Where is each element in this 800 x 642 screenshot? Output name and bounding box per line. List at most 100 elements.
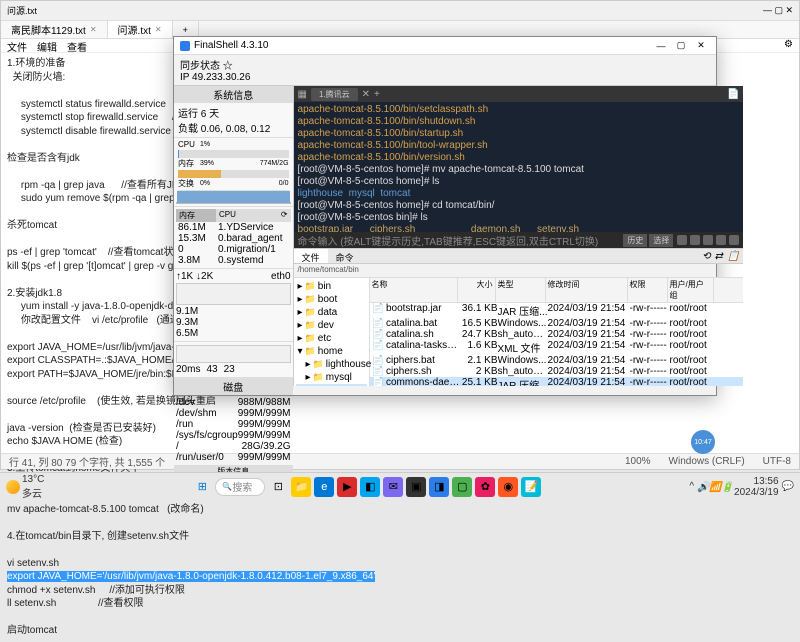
- doc-icon[interactable]: 📄: [727, 89, 739, 100]
- add-tab-button[interactable]: +: [374, 89, 380, 100]
- status-zoom: 100%: [625, 456, 651, 467]
- app-icon[interactable]: ▶: [337, 477, 357, 497]
- weather-widget[interactable]: 13°C多云: [6, 474, 44, 500]
- sync-status-label: 同步状态: [180, 61, 220, 72]
- file-path[interactable]: /home/tomcat/bin: [294, 264, 744, 278]
- terminal-tab[interactable]: 1.腾讯云: [311, 88, 358, 101]
- tree-item[interactable]: ▸📁etc: [296, 332, 367, 345]
- file-row[interactable]: 📄commons-daemon....25.1 KBJAR 压缩...2024/…: [370, 377, 744, 386]
- close-icon[interactable]: ✕: [155, 25, 162, 34]
- disk-row: /run/user/0999M/999M: [176, 452, 291, 463]
- terminal-input-bar: 命令输入 (按ALT键提示历史,TAB键推荐,ESC键返回,双击CTRL切换) …: [294, 232, 744, 248]
- uptime: 运行 6 天: [178, 105, 289, 120]
- file-row[interactable]: 📄bootstrap.jar36.1 KBJAR 压缩...2024/03/19…: [370, 303, 744, 318]
- finalshell-titlebar[interactable]: FinalShell 4.3.10 — ▢ ✕: [174, 37, 716, 55]
- disk-row: /dev/shm999M/999M: [176, 408, 291, 419]
- action-icon[interactable]: 📋: [727, 251, 739, 261]
- history-icon[interactable]: ⟲: [702, 251, 710, 261]
- file-row[interactable]: 📄catalina.bat16.5 KBWindows...2024/03/19…: [370, 318, 744, 329]
- app-icon[interactable]: ✉: [383, 477, 403, 497]
- system-monitor-panel: 系统信息 运行 6 天 负载 0.06, 0.08, 0.12 CPU1% 内存…: [174, 86, 294, 386]
- process-row[interactable]: 15.3M0.barad_agent: [176, 233, 291, 244]
- close-icon[interactable]: ✕: [90, 25, 97, 34]
- start-button[interactable]: ⊞: [192, 477, 212, 497]
- app-icon[interactable]: ▢: [452, 477, 472, 497]
- latency-graph: [176, 345, 291, 363]
- tree-item[interactable]: ▸📁tomcat: [296, 384, 367, 386]
- notepad-tab-1[interactable]: 问源.txt✕: [108, 21, 173, 38]
- minimize-button[interactable]: —: [652, 39, 670, 53]
- select-button[interactable]: 选择: [649, 234, 673, 247]
- task-view-icon[interactable]: ⊡: [268, 477, 288, 497]
- notepad-tab-0[interactable]: 离民脚本1129.txt✕: [1, 21, 108, 38]
- status-cursor: 行 41, 列 80 79 个字符, 共 1,555 个: [9, 454, 165, 469]
- terminal-tabstrip: ▦ 1.腾讯云 ✕ + 📄: [294, 86, 744, 102]
- tool-icon[interactable]: [677, 235, 687, 245]
- tab-cpu[interactable]: CPU: [216, 209, 256, 222]
- tree-item[interactable]: ▾📁home: [296, 345, 367, 358]
- app-icon[interactable]: ◧: [360, 477, 380, 497]
- system-tray: ^ 🔊📶🔋 13:56 2024/3/19 💬: [689, 476, 794, 498]
- app-icon[interactable]: ▣: [406, 477, 426, 497]
- tree-item[interactable]: ▸📁lighthouse: [296, 358, 367, 371]
- tray-icon[interactable]: 📶: [709, 482, 719, 492]
- floating-clock[interactable]: 10:47: [691, 430, 715, 454]
- highlighted-line: export JAVA_HOME='/usr/lib/jvm/java-1.8.…: [7, 571, 375, 582]
- notepad-titlebar: 问源.txt — ▢ ✕: [1, 1, 799, 21]
- file-row[interactable]: 📄ciphers.sh2 KBsh_auto_f...2024/03/19 21…: [370, 366, 744, 377]
- gear-icon[interactable]: ⚙: [784, 39, 793, 52]
- tab-files[interactable]: 文件: [294, 249, 328, 263]
- app-icon[interactable]: ◉: [498, 477, 518, 497]
- tree-item[interactable]: ▸📁data: [296, 306, 367, 319]
- folder-tree[interactable]: ▸📁bin▸📁boot▸📁data▸📁dev▸📁etc▾📁home▸📁light…: [294, 278, 370, 386]
- tree-item[interactable]: ▸📁boot: [296, 293, 367, 306]
- disk-section: 磁盘 /dev988M/988M/dev/shm999M/999M/run999…: [174, 377, 293, 465]
- tray-icon[interactable]: 🔋: [721, 482, 731, 492]
- ip-address: IP 49.233.30.26: [180, 72, 710, 83]
- action-icon[interactable]: ⇄: [715, 251, 723, 261]
- app-icon[interactable]: ✿: [475, 477, 495, 497]
- process-row[interactable]: 86.1M1.YDService: [176, 222, 291, 233]
- notepad-taskbar-icon[interactable]: 📝: [521, 477, 541, 497]
- sysinfo-header: 系统信息: [174, 86, 293, 103]
- menu-view[interactable]: 查看: [67, 39, 87, 52]
- menu-edit[interactable]: 编辑: [37, 39, 57, 52]
- terminal-output[interactable]: apache-tomcat-8.5.100/bin/setclasspath.s…: [294, 102, 744, 232]
- finalshell-taskbar-icon[interactable]: ◨: [429, 477, 449, 497]
- memory-bar: [178, 170, 289, 178]
- tool-icon[interactable]: [690, 235, 700, 245]
- process-row[interactable]: 3.8M0.systemd: [176, 255, 291, 266]
- tool-icon[interactable]: [703, 235, 713, 245]
- file-row[interactable]: 📄catalina-tasks.xml1.6 KBXML 文件2024/03/1…: [370, 340, 744, 355]
- terminal-panel: ▦ 1.腾讯云 ✕ + 📄 apache-tomcat-8.5.100/bin/…: [294, 86, 744, 386]
- menu-file[interactable]: 文件: [7, 39, 27, 52]
- tool-icon[interactable]: [729, 235, 739, 245]
- close-button[interactable]: ✕: [692, 39, 710, 53]
- notepad-statusbar: 行 41, 列 80 79 个字符, 共 1,555 个 100% Window…: [1, 453, 799, 469]
- tab-memory[interactable]: 内存: [176, 209, 216, 222]
- file-row[interactable]: 📄catalina.sh24.7 KBsh_auto_f...2024/03/1…: [370, 329, 744, 340]
- bottom-tabstrip: 文件 命令 ⟲ ⇄ 📋: [294, 248, 744, 264]
- file-row[interactable]: 📄ciphers.bat2.1 KBWindows...2024/03/19 2…: [370, 355, 744, 366]
- grid-icon[interactable]: ▦: [298, 89, 307, 100]
- notifications-icon[interactable]: 💬: [782, 481, 794, 492]
- process-list: 内存CPU⟳ 86.1M1.YDService15.3M0.barad_agen…: [174, 206, 293, 268]
- tool-icon[interactable]: [716, 235, 726, 245]
- tray-icon[interactable]: 🔊: [697, 482, 707, 492]
- search-box[interactable]: 🔍 搜索: [215, 478, 265, 496]
- explorer-icon[interactable]: 📁: [291, 477, 311, 497]
- tab-commands[interactable]: 命令: [328, 249, 362, 263]
- chevron-up-icon[interactable]: ^: [689, 481, 694, 492]
- tree-item[interactable]: ▸📁mysql: [296, 371, 367, 384]
- tree-item[interactable]: ▸📁bin: [296, 280, 367, 293]
- taskbar-clock[interactable]: 13:56 2024/3/19: [734, 476, 779, 498]
- history-button[interactable]: 历史: [623, 234, 647, 247]
- finalshell-icon: [180, 41, 190, 51]
- taskbar-center: ⊞ 🔍 搜索 ⊡ 📁 e ▶ ◧ ✉ ▣ ◨ ▢ ✿ ◉ 📝: [192, 477, 541, 497]
- maximize-button[interactable]: ▢: [672, 39, 690, 53]
- close-icon[interactable]: ✕: [362, 89, 370, 100]
- process-row[interactable]: 00.migration/1: [176, 244, 291, 255]
- window-controls: — ▢ ✕: [763, 5, 793, 16]
- edge-icon[interactable]: e: [314, 477, 334, 497]
- tree-item[interactable]: ▸📁dev: [296, 319, 367, 332]
